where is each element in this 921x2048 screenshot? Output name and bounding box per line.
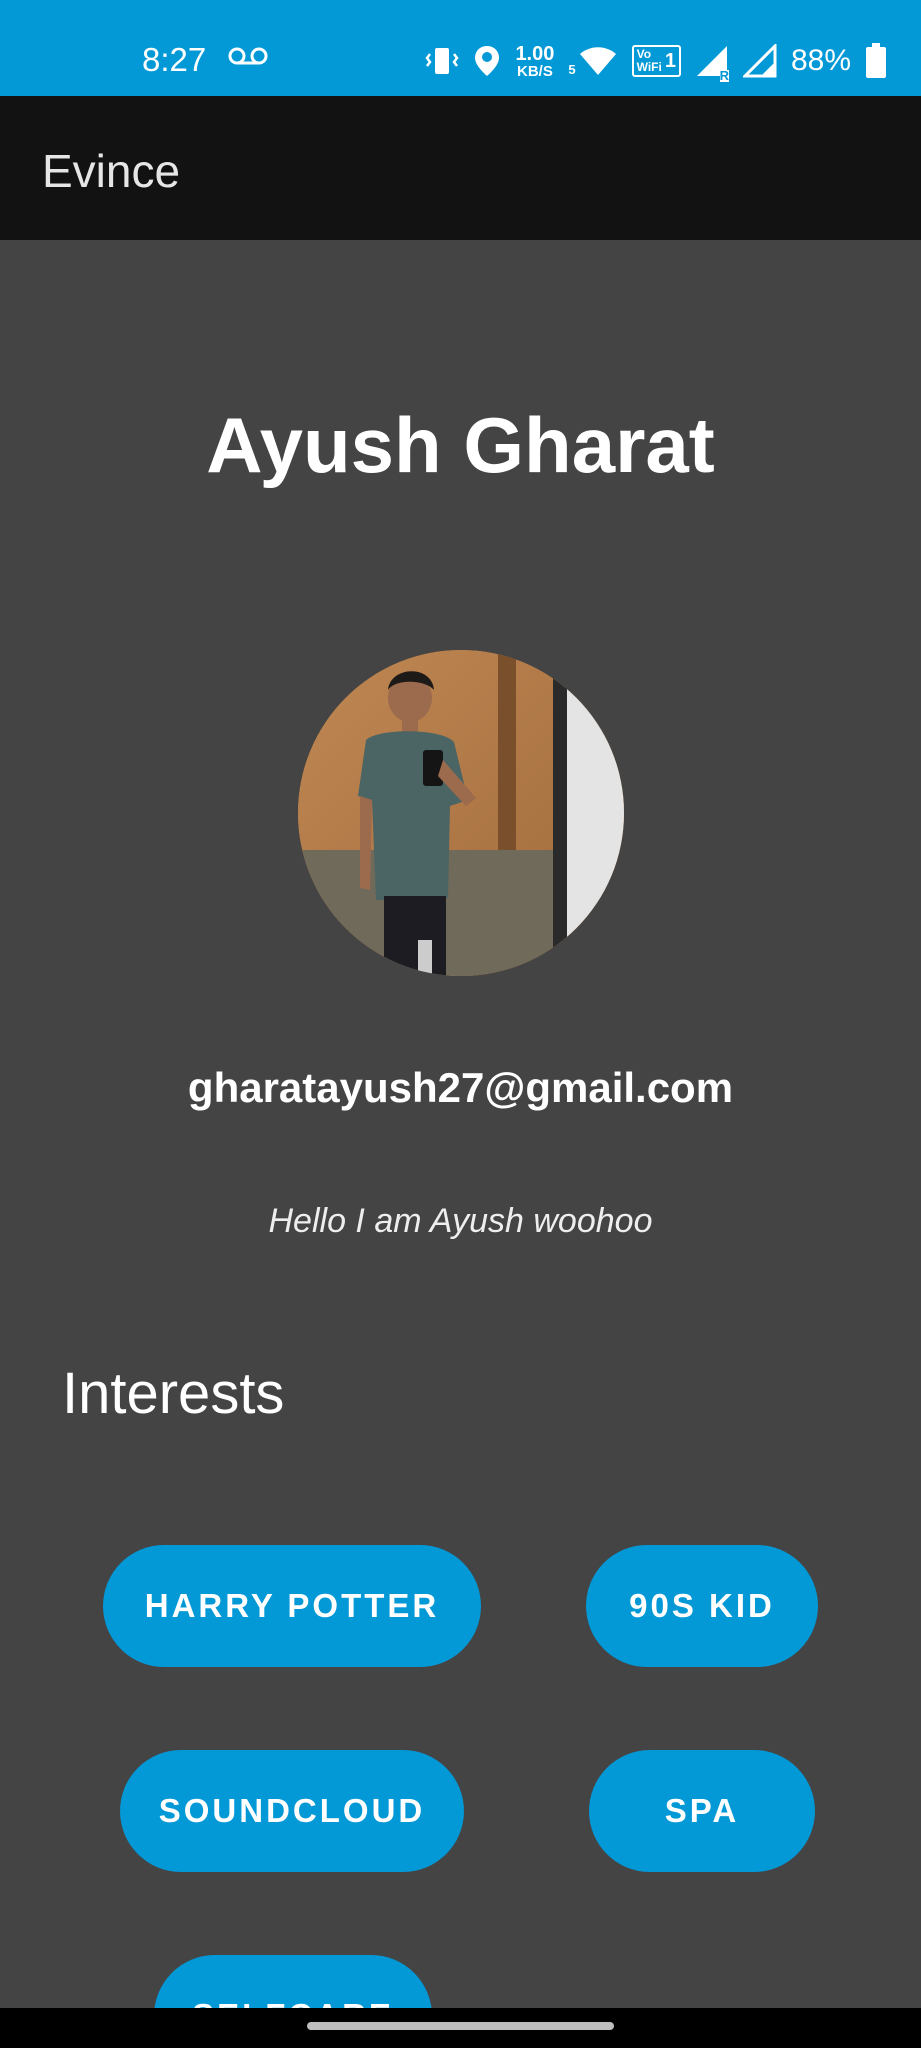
vibrate-icon	[425, 48, 459, 74]
interest-chip[interactable]: HARRY POTTER	[103, 1545, 481, 1667]
voicemail-icon	[228, 47, 268, 65]
wifi-indicator: 5	[568, 45, 617, 77]
profile-name: Ayush Gharat	[206, 401, 715, 489]
interest-chip[interactable]: SELFCARE	[154, 1955, 432, 2008]
profile-bio: Hello I am Ayush woohoo	[268, 1202, 653, 1240]
network-speed: 1.00 KB/S	[515, 42, 555, 80]
home-gesture-handle[interactable]	[307, 2022, 614, 2030]
app-bar: Evince	[0, 96, 921, 240]
profile-content[interactable]: Ayush Gharat gharatayush27@gmail.com Hel…	[0, 240, 921, 2008]
avatar-photo	[298, 650, 624, 976]
status-time: 8:27	[142, 41, 207, 78]
interests-heading: Interests	[62, 1361, 285, 1426]
signal-roaming: R	[695, 44, 729, 82]
interest-chip[interactable]: SOUNDCLOUD	[120, 1750, 464, 1872]
location-icon	[475, 46, 500, 76]
signal-icon	[742, 44, 777, 78]
wifi-icon	[579, 47, 616, 75]
status-bar: 8:27 1.00 KB/S 5 Vo WiFi 1 R 88%	[0, 0, 921, 96]
profile-email: gharatayush27@gmail.com	[187, 1064, 734, 1111]
app-title: Evince	[42, 145, 181, 197]
profile-avatar	[298, 650, 624, 976]
navigation-bar	[0, 2008, 921, 2048]
interest-chip[interactable]: 90S KID	[586, 1545, 818, 1667]
interest-chip[interactable]: SPA	[589, 1750, 815, 1872]
vowifi-icon: Vo WiFi 1	[631, 45, 681, 77]
battery-percent: 88%	[790, 44, 851, 77]
battery-icon	[866, 43, 886, 78]
